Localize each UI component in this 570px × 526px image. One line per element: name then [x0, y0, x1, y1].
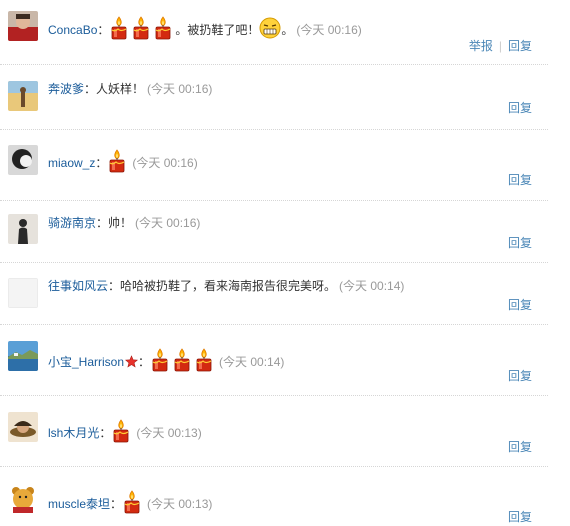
comment-item: 骑游南京：帅！ (今天 00:16) 回复 — [0, 200, 548, 263]
avatar[interactable] — [8, 278, 38, 308]
timestamp: (今天 00:13) — [147, 497, 213, 511]
reply-link[interactable]: 回复 — [508, 510, 532, 524]
reply-link[interactable]: 回复 — [508, 39, 532, 53]
username-link[interactable]: miaow_z — [48, 156, 95, 170]
comment-actions: 回复 — [508, 508, 532, 525]
timestamp: (今天 00:16) — [147, 82, 213, 96]
comment-text: 。被扔鞋了吧！ — [175, 23, 260, 37]
username-link[interactable]: 骑游南京 — [48, 216, 96, 230]
grimace-face-icon — [259, 17, 281, 39]
report-link[interactable]: 举报 — [469, 39, 493, 53]
avatar[interactable] — [8, 341, 38, 371]
timestamp: (今天 00:14) — [219, 355, 285, 369]
candle-emoticon-icon — [153, 16, 173, 40]
comment-text: 哈哈被扔鞋了，看来海南报告很完美呀。 — [120, 279, 337, 293]
comment-line: muscle泰坦： (今天 00:13) — [48, 490, 212, 514]
comment-actions: 回复 — [508, 296, 532, 313]
comment-item: ConcaBo： 。被扔鞋了吧！ 。 (今天 00:16) 举报 | 回复 — [0, 0, 548, 65]
avatar[interactable] — [8, 483, 38, 513]
comment-line: 奔波爹：人妖样！ (今天 00:16) — [48, 81, 212, 97]
comment-item: miaow_z： (今天 00:16) 回复 — [0, 129, 548, 201]
colon: ： — [95, 156, 108, 170]
username-link[interactable]: 往事如风云 — [48, 279, 108, 293]
comment-line: lsh木月光： (今天 00:13) — [48, 419, 202, 443]
candle-emoticon-icon — [111, 419, 131, 443]
comment-item: muscle泰坦： (今天 00:13) 回复 — [0, 466, 548, 526]
reply-link[interactable]: 回复 — [508, 298, 532, 312]
comment-text-end: 。 — [281, 23, 294, 37]
candle-emoticon-icon — [131, 16, 151, 40]
timestamp: (今天 00:16) — [296, 23, 362, 37]
colon: ： — [97, 23, 110, 37]
comment-actions: 回复 — [508, 234, 532, 251]
comment-item: lsh木月光： (今天 00:13) 回复 — [0, 395, 548, 467]
comment-actions: 回复 — [508, 171, 532, 188]
candle-emoticon-icon — [194, 348, 214, 372]
reply-link[interactable]: 回复 — [508, 440, 532, 454]
comment-line: 往事如风云：哈哈被扔鞋了，看来海南报告很完美呀。 (今天 00:14) — [48, 278, 404, 294]
colon: ： — [99, 426, 112, 440]
avatar[interactable] — [8, 145, 38, 175]
candle-emoticon-icon — [109, 16, 129, 40]
avatar[interactable] — [8, 214, 38, 244]
username-link[interactable]: muscle泰坦 — [48, 497, 110, 511]
avatar[interactable] — [8, 81, 38, 111]
candle-emoticon-icon — [122, 490, 142, 514]
username-link[interactable]: 小宝_Harrison — [48, 355, 124, 369]
reply-link[interactable]: 回复 — [508, 236, 532, 250]
candle-emoticon-icon — [150, 348, 170, 372]
candle-emoticon-icon — [107, 149, 127, 173]
comment-item: 小宝_Harrison ： (今天 00:14) 回复 — [0, 324, 548, 396]
comment-text: 帅！ — [108, 216, 133, 230]
candle-emoticon-icon — [172, 348, 192, 372]
divider: | — [498, 39, 502, 53]
reply-link[interactable]: 回复 — [508, 173, 532, 187]
timestamp: (今天 00:14) — [339, 279, 405, 293]
reply-link[interactable]: 回复 — [508, 101, 532, 115]
colon: ： — [84, 82, 97, 96]
comment-line: 骑游南京：帅！ (今天 00:16) — [48, 215, 200, 231]
comment-line: miaow_z： (今天 00:16) — [48, 149, 198, 173]
vip-star-icon — [125, 355, 139, 368]
comment-text: 人妖样！ — [96, 82, 145, 96]
colon: ： — [110, 497, 123, 511]
avatar[interactable] — [8, 412, 38, 442]
username-link[interactable]: lsh木月光 — [48, 426, 99, 440]
colon: ： — [96, 216, 109, 230]
timestamp: (今天 00:16) — [135, 216, 201, 230]
comment-item: 奔波爹：人妖样！ (今天 00:16) 回复 — [0, 64, 548, 130]
comment-actions: 举报 | 回复 — [469, 37, 532, 54]
comment-item: 往事如风云：哈哈被扔鞋了，看来海南报告很完美呀。 (今天 00:14) 回复 — [0, 262, 548, 325]
username-link[interactable]: ConcaBo — [48, 23, 97, 37]
comment-actions: 回复 — [508, 367, 532, 384]
colon: ： — [108, 279, 121, 293]
timestamp: (今天 00:13) — [136, 426, 202, 440]
avatar[interactable] — [8, 11, 38, 41]
comment-line: ConcaBo： 。被扔鞋了吧！ 。 (今天 00:16) — [48, 16, 362, 40]
reply-link[interactable]: 回复 — [508, 369, 532, 383]
comment-line: 小宝_Harrison ： (今天 00:14) — [48, 348, 284, 372]
username-link[interactable]: 奔波爹 — [48, 82, 84, 96]
comment-actions: 回复 — [508, 438, 532, 455]
comment-actions: 回复 — [508, 99, 532, 116]
colon: ： — [138, 355, 151, 369]
timestamp: (今天 00:16) — [132, 156, 198, 170]
